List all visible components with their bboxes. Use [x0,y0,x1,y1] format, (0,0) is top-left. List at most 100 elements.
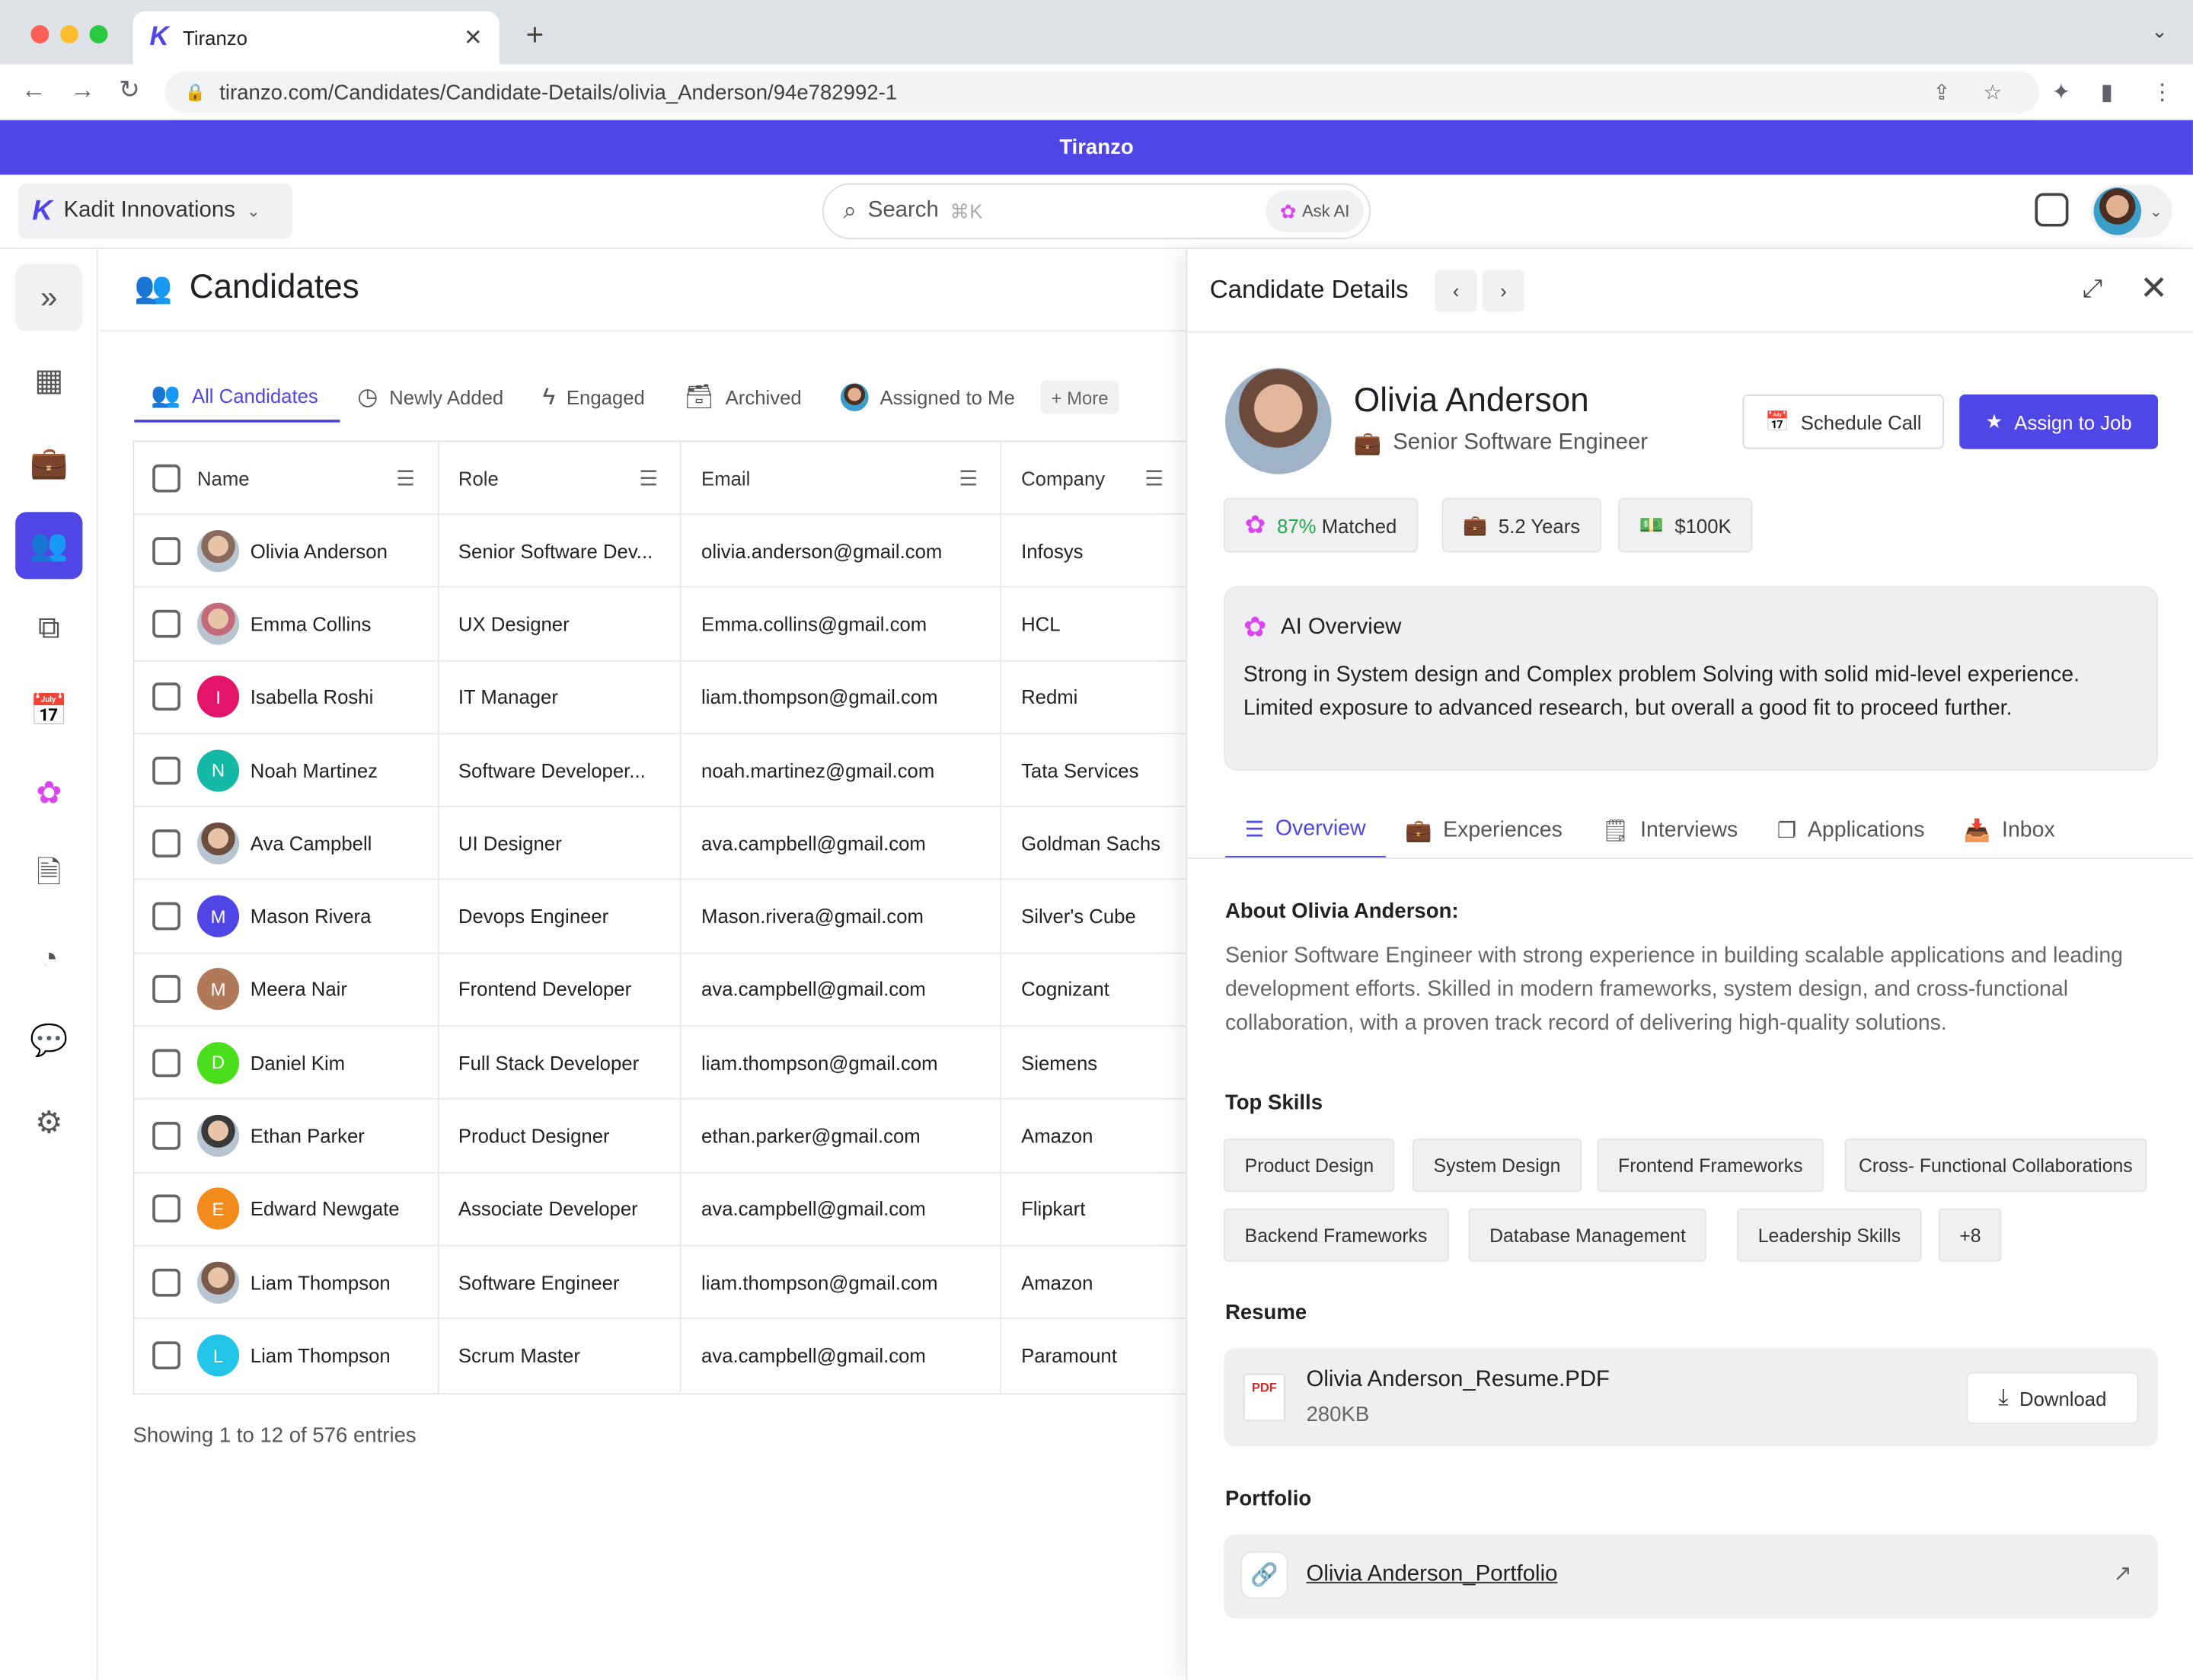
row-checkbox[interactable] [152,829,180,858]
close-tab-icon[interactable]: ✕ [464,24,483,52]
tab-engaged[interactable]: ϟ Engaged [526,372,668,423]
candidate-name[interactable]: Ava Campbell [251,832,372,854]
jobs-briefcase-icon[interactable]: 💼 [15,430,82,497]
url-bar[interactable]: 🔒 tiranzo.com/Candidates/Candidate-Detai… [164,71,2039,113]
tab-newly-added[interactable]: ◷ Newly Added [340,372,525,423]
ai-flower-icon[interactable]: ✿ [15,759,82,826]
select-all-checkbox[interactable] [152,463,180,492]
candidate-name[interactable]: Isabella Roshi [251,685,374,707]
tab-all-candidates[interactable]: 👥 All Candidates [134,372,341,423]
filter-icon[interactable]: ☰ [396,465,415,490]
ask-ai-button[interactable]: ✿ Ask AI [1266,190,1364,232]
table-row[interactable]: Olivia Anderson Senior Software Dev... o… [134,514,1186,588]
row-checkbox[interactable] [152,1195,180,1223]
candidate-name[interactable]: Edward Newgate [251,1198,400,1220]
candidate-name[interactable]: Olivia Anderson [251,539,388,561]
candidate-name[interactable]: Liam Thompson [251,1345,391,1367]
expand-icon[interactable]: ⤢ [2083,274,2102,304]
table-row[interactable]: N Noah Martinez Software Developer... no… [134,734,1186,808]
extensions-icon[interactable]: ✦ [2051,78,2070,107]
browser-tab[interactable]: K Tiranzo ✕ [132,11,500,65]
candidates-icon[interactable]: 👥 [15,512,83,580]
row-checkbox[interactable] [152,536,180,565]
external-link-icon[interactable]: ↗ [2113,1560,2132,1588]
tab-assigned-to-me[interactable]: Assigned to Me [824,372,1037,423]
table-row[interactable]: D Daniel Kim Full Stack Developer liam.t… [134,1027,1186,1100]
avatar [196,529,240,572]
settings-gear-icon[interactable]: ⚙ [15,1090,82,1157]
email-cell: noah.martinez@gmail.com [682,734,1002,806]
tab-experiences[interactable]: 💼 Experiences [1385,803,1582,858]
previous-candidate-button[interactable]: ‹ [1435,270,1477,312]
search-bar[interactable]: ⌕ Search ⌘K ✿ Ask AI [822,183,1371,240]
row-checkbox[interactable] [152,682,180,711]
table-row[interactable]: E Edward Newgate Associate Developer ava… [134,1173,1186,1247]
more-skills-chip[interactable]: +8 [1938,1208,2003,1262]
row-checkbox[interactable] [152,975,180,1004]
minimize-window-button[interactable] [59,25,78,43]
link-icon: 🔗 [1240,1551,1288,1599]
row-checkbox[interactable] [152,755,180,784]
row-checkbox[interactable] [152,1268,180,1296]
filter-icon[interactable]: ☰ [639,465,658,490]
browser-menu-icon[interactable]: ⋮ [2151,78,2173,107]
candidate-name[interactable]: Mason Rivera [251,905,372,928]
row-checkbox[interactable] [152,609,180,638]
row-checkbox[interactable] [152,1122,180,1150]
more-tabs-button[interactable]: + More [1039,380,1120,414]
pipeline-icon[interactable]: ⧉ [15,595,82,662]
table-row[interactable]: Ava Campbell UI Designer ava.campbell@gm… [134,807,1186,881]
table-row[interactable]: Ethan Parker Product Designer ethan.park… [134,1100,1186,1174]
org-selector[interactable]: K Kadit Innovations ⌄ [18,183,292,240]
table-row[interactable]: Liam Thompson Software Engineer liam.tho… [134,1246,1186,1320]
portfolio-link[interactable]: Olivia Anderson_Portfolio [1306,1563,1557,1588]
sidepanel-icon[interactable]: ▮ [2101,78,2113,107]
schedule-call-button[interactable]: 📅 Schedule Call [1742,394,1945,449]
row-checkbox[interactable] [152,902,180,931]
reports-pie-icon[interactable]: ◔ [15,925,82,992]
expand-sidebar-icon[interactable]: » [15,264,83,332]
calendar-icon[interactable]: 📅 [15,677,82,744]
candidate-avatar [1224,368,1332,474]
close-panel-icon[interactable]: ✕ [2140,269,2168,309]
table-row[interactable]: M Meera Nair Frontend Developer ava.camp… [134,953,1186,1027]
candidate-name[interactable]: Liam Thompson [251,1271,391,1293]
back-icon[interactable]: ← [21,75,46,105]
document-icon[interactable]: 🗎 [15,842,82,909]
tab-archived[interactable]: 🗃 Archived [667,372,824,423]
forward-icon[interactable]: → [70,75,95,105]
table-row[interactable]: Emma Collins UX Designer Emma.collins@gm… [134,587,1186,662]
maximize-window-button[interactable] [89,25,108,43]
candidate-name[interactable]: Daniel Kim [251,1052,345,1074]
candidate-name[interactable]: Ethan Parker [251,1125,365,1147]
table-row[interactable]: I Isabella Roshi IT Manager liam.thompso… [134,661,1186,735]
filter-icon[interactable]: ☰ [1144,465,1164,490]
email-cell: ava.campbell@gmail.com [682,1319,1002,1393]
next-candidate-button[interactable]: › [1482,270,1525,312]
download-button[interactable]: ⤓ Download [1966,1372,2139,1424]
close-window-button[interactable] [30,25,49,43]
tab-overview[interactable]: ☰ Overview [1224,803,1386,858]
row-checkbox[interactable] [152,1049,180,1077]
table-row[interactable]: M Mason Rivera Devops Engineer Mason.riv… [134,880,1186,954]
dashboard-icon[interactable]: ▦ [15,347,82,414]
tab-applications[interactable]: ❐ Applications [1757,803,1944,858]
bookmark-star-icon[interactable]: ☆ [1983,80,2002,105]
table-row[interactable]: L Liam Thompson Scrum Master ava.campbel… [134,1319,1186,1393]
inbox-icon[interactable] [2035,193,2069,227]
reload-icon[interactable]: ↻ [119,75,140,105]
candidate-name[interactable]: Emma Collins [251,612,372,634]
user-menu[interactable]: ⌄ [2090,184,2172,238]
filter-icon[interactable]: ☰ [959,465,978,490]
tab-list-chevron-icon[interactable]: ⌄ [2151,20,2168,43]
row-checkbox[interactable] [152,1342,180,1370]
company-cell: Tata Services [1021,759,1139,781]
assign-to-job-button[interactable]: ★ Assign to Job [1959,394,2159,449]
messages-icon[interactable]: 💬 [15,1007,82,1074]
new-tab-icon[interactable]: + [526,17,544,53]
tab-interviews[interactable]: 🗒 Interviews [1582,803,1757,858]
candidate-name[interactable]: Meera Nair [251,979,347,1001]
tab-inbox[interactable]: 📥 Inbox [1944,803,2074,858]
candidate-name[interactable]: Noah Martinez [251,759,378,781]
share-icon[interactable]: ⇪ [1933,80,1950,105]
